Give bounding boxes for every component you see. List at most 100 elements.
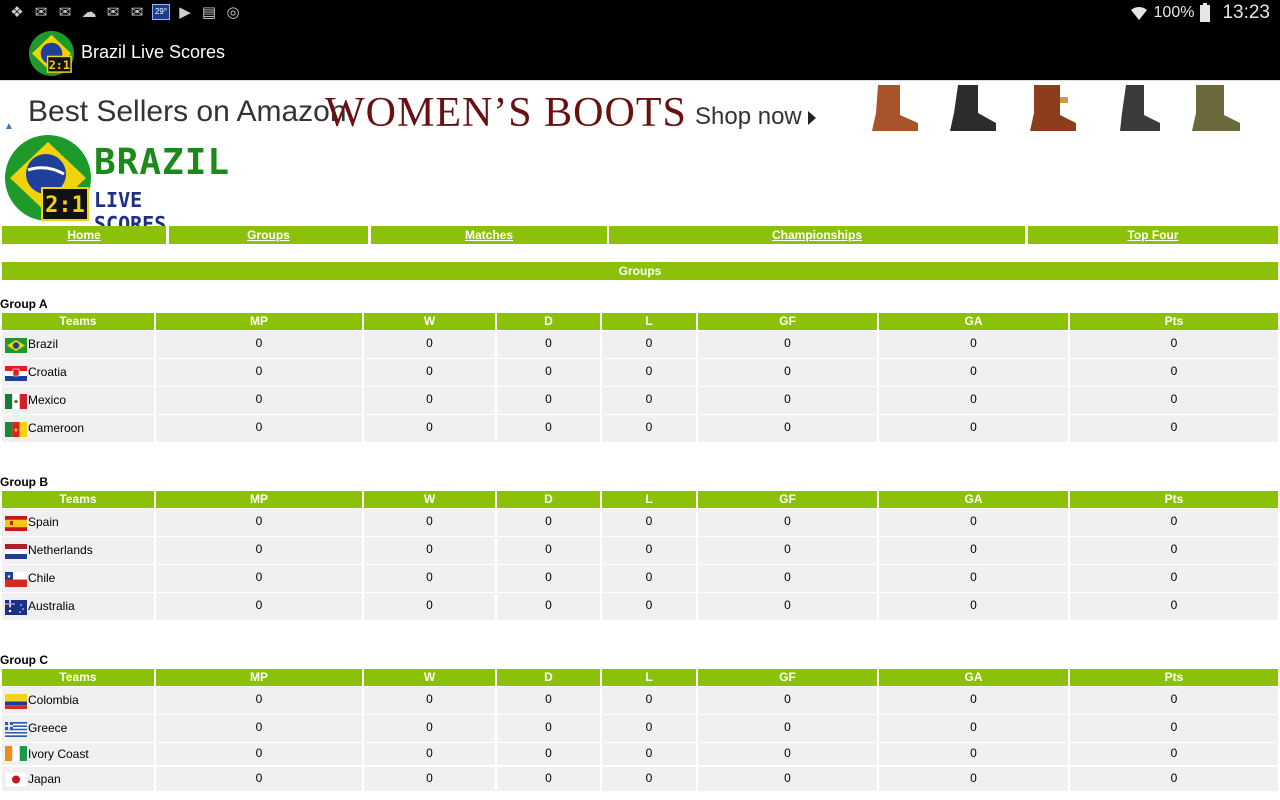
team-cell[interactable]: Croatia [2,359,154,386]
team-name: Cameroon [28,421,85,435]
column-header-w: W [364,313,495,330]
team-cell[interactable]: ★ Cameroon [2,415,154,442]
team-name: Chile [28,571,56,585]
stat-d: 0 [497,387,600,414]
column-header-pts: Pts [1070,491,1278,508]
column-header-mp: MP [156,491,362,508]
boot-image [1030,85,1076,131]
brazil-ball-icon: 2:1 [5,135,91,221]
stat-d: 0 [497,359,600,386]
team-cell[interactable]: ★ Chile [2,565,154,592]
group-title: Group C [0,653,48,667]
team-name: Ivory Coast [28,747,89,761]
stat-gf: 0 [698,593,877,620]
stat-ga: 0 [879,687,1068,714]
team-cell[interactable]: Japan [2,767,154,791]
ad-banner[interactable]: Best Sellers on Amazon WOMEN’S BOOTS Sho… [0,80,1280,131]
stat-pts: 0 [1070,565,1278,592]
spain-flag-icon [5,514,27,532]
dropbox-icon: ❖ [10,3,24,21]
team-cell[interactable]: Colombia [2,687,154,714]
stat-l: 0 [602,715,696,742]
stat-mp: 0 [156,415,362,442]
boot-image [1120,85,1160,131]
stat-pts: 0 [1070,715,1278,742]
column-header-teams: Teams [2,491,154,508]
mexico-flag-icon [5,392,27,410]
stat-l: 0 [602,359,696,386]
stat-gf: 0 [698,509,877,536]
nav-championships[interactable]: Championships [609,226,1025,244]
stat-ga: 0 [879,593,1068,620]
column-header-gf: GF [698,669,877,686]
column-header-d: D [497,669,600,686]
team-name: Japan [28,772,61,786]
action-bar: 2:1 Brazil Live Scores [0,25,1280,80]
team-cell[interactable]: Netherlands [2,537,154,564]
team-cell[interactable]: Ivory Coast [2,743,154,765]
japan-flag-icon [4,771,28,788]
team-name: Colombia [28,693,79,707]
stat-pts: 0 [1070,331,1278,358]
column-header-gf: GF [698,313,877,330]
battery-icon [1200,3,1211,22]
clock: 13:23 [1222,1,1270,23]
mail-icon: ✉ [106,3,120,21]
column-header-w: W [364,491,495,508]
nav-home[interactable]: Home [2,226,166,244]
ad-choices-icon[interactable]: ▲ [4,121,14,131]
team-cell[interactable]: Greece [2,715,154,742]
stat-mp: 0 [156,387,362,414]
wifi-icon [1130,6,1147,20]
stat-mp: 0 [156,743,362,765]
play-icon: ▶ [179,3,191,21]
team-name: Croatia [28,365,67,379]
stat-gf: 0 [698,537,877,564]
brazil-flag-icon [5,336,27,354]
nav-top-four[interactable]: Top Four [1028,226,1278,244]
column-header-mp: MP [156,313,362,330]
stat-d: 0 [497,415,600,442]
cameroon-flag-icon: ★ [5,420,27,438]
battery-percent: 100% [1153,3,1195,21]
stat-d: 0 [497,565,600,592]
stat-mp: 0 [156,565,362,592]
stat-mp: 0 [156,715,362,742]
weather-temperature: 29° [152,4,170,20]
group-title: Group B [0,475,48,489]
team-cell[interactable]: Mexico [2,387,154,414]
team-name: Mexico [28,393,67,407]
stat-l: 0 [602,565,696,592]
stat-ga: 0 [879,715,1068,742]
nav-matches[interactable]: Matches [371,226,607,244]
stat-pts: 0 [1070,767,1278,791]
stat-pts: 0 [1070,537,1278,564]
stat-pts: 0 [1070,359,1278,386]
team-cell[interactable]: Australia [2,593,154,620]
stat-d: 0 [497,593,600,620]
team-cell[interactable]: Brazil [2,331,154,358]
cloud-upload-icon: ☁ [81,3,97,21]
ad-shop-now[interactable]: Shop now [695,103,802,131]
column-header-ga: GA [879,669,1068,686]
ivory-coast-flag-icon [5,746,27,762]
stat-w: 0 [364,537,495,564]
gmail-icon: ✉ [58,3,72,21]
stat-w: 0 [364,743,495,765]
stat-d: 0 [497,537,600,564]
team-name: Greece [28,721,68,735]
stat-l: 0 [602,415,696,442]
greece-flag-icon [5,720,27,738]
gmail-icon: ✉ [34,3,48,21]
column-header-ga: GA [879,491,1068,508]
app-logo-icon[interactable]: 2:1 [28,30,75,77]
stat-mp: 0 [156,509,362,536]
nav-groups[interactable]: Groups [169,226,368,244]
chile-flag-icon: ★ [5,570,27,588]
ad-line1: Best Sellers on Amazon [28,95,347,128]
stat-ga: 0 [879,743,1068,765]
stat-ga: 0 [879,565,1068,592]
team-cell[interactable]: Spain [2,509,154,536]
boot-image [872,85,918,131]
stat-pts: 0 [1070,743,1278,765]
